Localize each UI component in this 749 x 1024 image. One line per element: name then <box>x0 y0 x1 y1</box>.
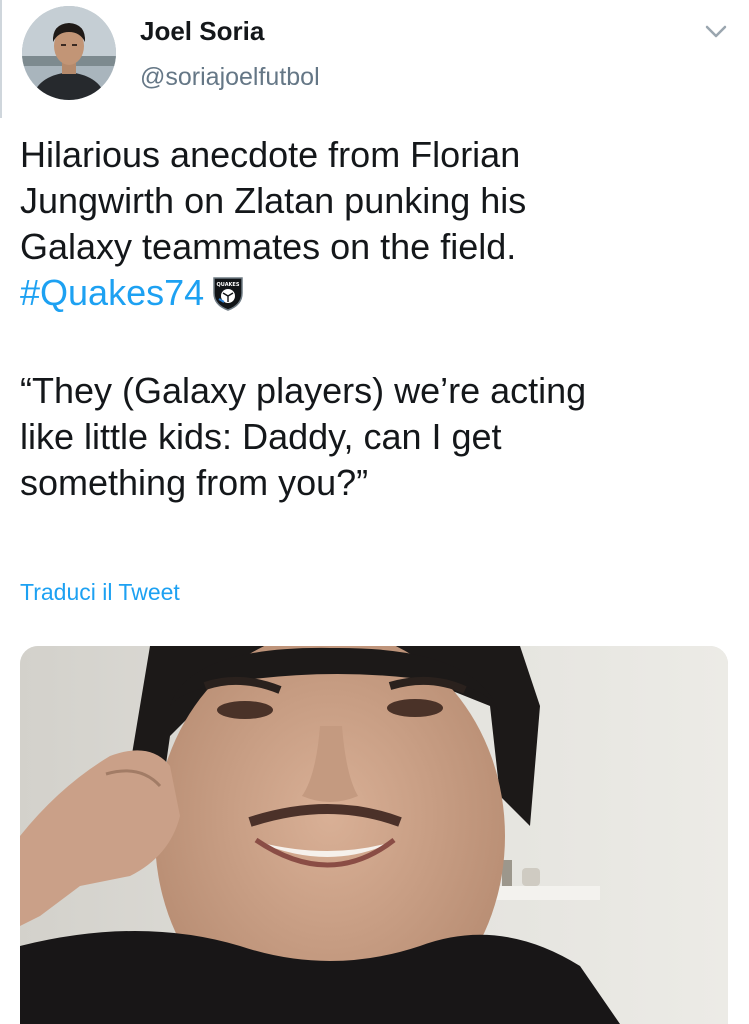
quakes-shield-icon: QUAKES <box>212 275 244 322</box>
tweet-line: Galaxy teammates on the field. <box>20 226 517 267</box>
quote-line: something from you?” <box>20 462 369 503</box>
translate-tweet-link[interactable]: Traduci il Tweet <box>20 579 180 606</box>
tweet-body: Hilarious anecdote from Florian Jungwirt… <box>20 132 730 506</box>
quote-line: like little kids: Daddy, can I get <box>20 416 502 457</box>
badge-wordmark: QUAKES <box>217 282 240 288</box>
quote-line: “They (Galaxy players) we’re acting <box>20 370 587 411</box>
author-handle[interactable]: @soriajoelfutbol <box>140 63 320 92</box>
tweet-line: Hilarious anecdote from Florian <box>20 134 521 175</box>
video-frame <box>20 646 728 1024</box>
avatar[interactable] <box>22 6 116 100</box>
profile-photo <box>22 6 116 100</box>
chevron-down-icon[interactable] <box>704 24 728 40</box>
hashtag-line: #Quakes74 QUAKES <box>20 270 730 322</box>
thread-divider <box>0 0 2 118</box>
hashtag-link[interactable]: #Quakes74 <box>20 272 204 313</box>
tweet-line: Jungwirth on Zlatan punking his <box>20 180 527 221</box>
tweet-video[interactable] <box>20 646 728 1024</box>
author-name[interactable]: Joel Soria <box>140 16 264 47</box>
